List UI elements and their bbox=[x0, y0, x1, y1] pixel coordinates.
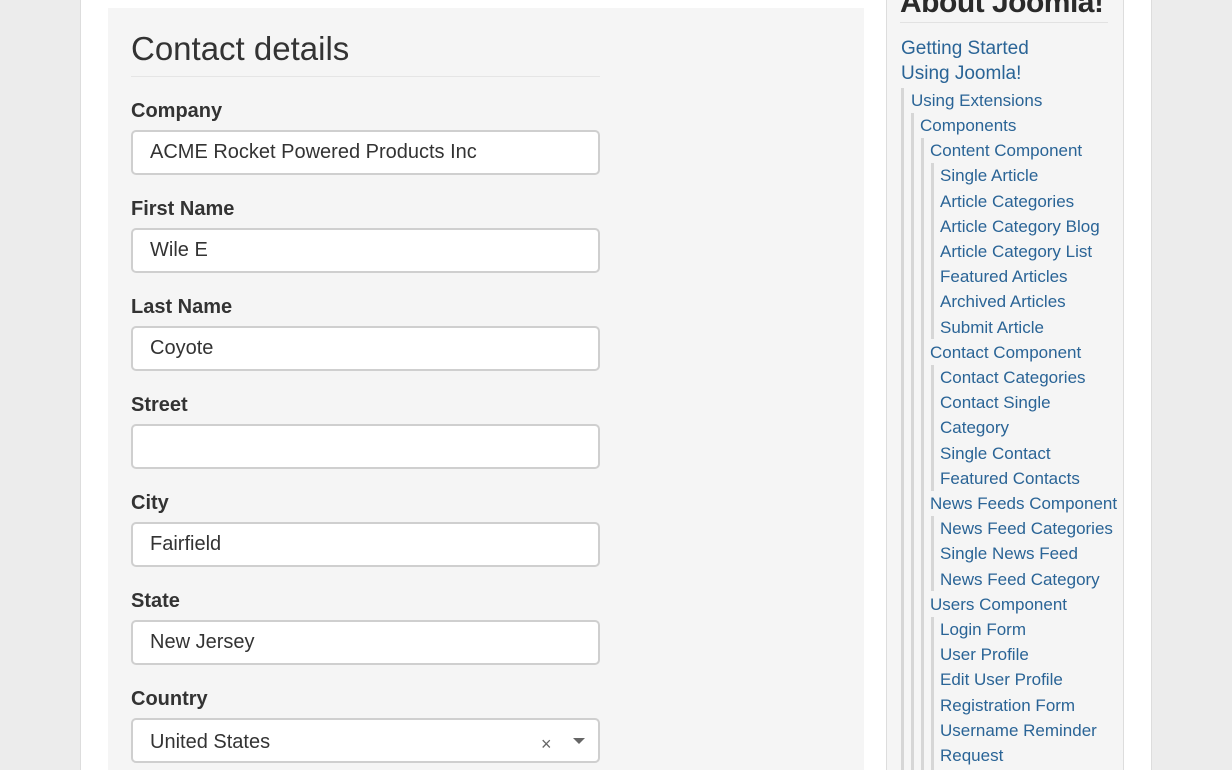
menu-tree-line bbox=[911, 113, 914, 770]
last-name-field[interactable] bbox=[131, 326, 600, 371]
sidebar-title: About Joomla! bbox=[900, 0, 1108, 23]
country-select[interactable]: United States × bbox=[131, 718, 600, 763]
form-title: Contact details bbox=[131, 30, 600, 77]
city-label: City bbox=[131, 492, 169, 514]
first-name-field[interactable] bbox=[131, 228, 600, 273]
sidebar-item-contact-component[interactable]: Contact Component bbox=[930, 343, 1081, 363]
sidebar-item-contact-categories[interactable]: Contact Categories bbox=[940, 368, 1086, 388]
sidebar-item-single-news-feed[interactable]: Single News Feed bbox=[940, 544, 1078, 564]
sidebar-item-news-feed-category[interactable]: News Feed Category bbox=[940, 570, 1100, 590]
sidebar-item-contact-single-category-cont[interactable]: Category bbox=[940, 418, 1009, 438]
sidebar-item-featured-articles[interactable]: Featured Articles bbox=[940, 267, 1068, 287]
sidebar-item-featured-contacts[interactable]: Featured Contacts bbox=[940, 469, 1080, 489]
sidebar-item-content-component[interactable]: Content Component bbox=[930, 141, 1082, 161]
sidebar-item-components[interactable]: Components bbox=[920, 116, 1016, 136]
sidebar-item-news-feeds-component[interactable]: News Feeds Component bbox=[930, 494, 1117, 514]
state-field[interactable] bbox=[131, 620, 600, 665]
menu-tree-line bbox=[931, 617, 934, 770]
menu-tree-line bbox=[931, 516, 934, 591]
sidebar-item-registration-form[interactable]: Registration Form bbox=[940, 696, 1075, 716]
country-label: Country bbox=[131, 688, 208, 710]
sidebar-item-user-profile[interactable]: User Profile bbox=[940, 645, 1029, 665]
company-label: Company bbox=[131, 100, 223, 122]
sidebar-item-getting-started[interactable]: Getting Started bbox=[901, 38, 1029, 60]
sidebar-item-edit-user-profile[interactable]: Edit User Profile bbox=[940, 670, 1063, 690]
clear-icon[interactable]: × bbox=[541, 734, 552, 755]
first-name-label: First Name bbox=[131, 198, 235, 220]
state-label: State bbox=[131, 590, 180, 612]
menu-tree-line bbox=[931, 365, 934, 491]
street-label: Street bbox=[131, 394, 188, 416]
sidebar-item-username-reminder-request-cont[interactable]: Request bbox=[940, 746, 1003, 766]
sidebar-item-single-article[interactable]: Single Article bbox=[940, 166, 1038, 186]
menu-tree-line bbox=[931, 163, 934, 339]
city-field[interactable] bbox=[131, 522, 600, 567]
sidebar-item-users-component[interactable]: Users Component bbox=[930, 595, 1067, 615]
sidebar-item-using-joomla[interactable]: Using Joomla! bbox=[901, 63, 1021, 85]
sidebar-item-submit-article[interactable]: Submit Article bbox=[940, 318, 1044, 338]
sidebar-item-username-reminder-request[interactable]: Username Reminder bbox=[940, 721, 1097, 741]
sidebar-item-article-category-blog[interactable]: Article Category Blog bbox=[940, 217, 1100, 237]
menu-tree-line bbox=[921, 138, 924, 770]
sidebar-item-contact-single-category[interactable]: Contact Single bbox=[940, 393, 1051, 413]
last-name-label: Last Name bbox=[131, 296, 233, 318]
company-field[interactable] bbox=[131, 130, 600, 175]
menu-tree-line bbox=[901, 88, 904, 770]
sidebar-item-login-form[interactable]: Login Form bbox=[940, 620, 1026, 640]
sidebar-item-single-contact[interactable]: Single Contact bbox=[940, 444, 1051, 464]
sidebar-item-news-feed-categories[interactable]: News Feed Categories bbox=[940, 519, 1113, 539]
sidebar-item-article-category-list[interactable]: Article Category List bbox=[940, 242, 1092, 262]
sidebar-item-archived-articles[interactable]: Archived Articles bbox=[940, 292, 1066, 312]
sidebar-item-using-extensions[interactable]: Using Extensions bbox=[911, 91, 1042, 111]
country-selected-value: United States bbox=[150, 731, 271, 753]
street-field[interactable] bbox=[131, 424, 600, 469]
sidebar-item-article-categories[interactable]: Article Categories bbox=[940, 192, 1074, 212]
caret-down-icon[interactable] bbox=[573, 738, 585, 744]
